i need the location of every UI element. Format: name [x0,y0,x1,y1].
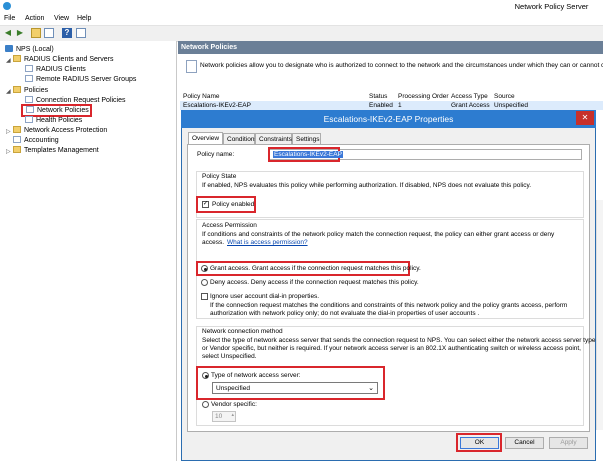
table-cell: Unspecified [494,102,528,109]
grant-access-label: Grant access. Grant access if the connec… [210,265,421,272]
access-permission-desc: access. [202,239,225,246]
access-permission-desc: If conditions and constraints of the net… [202,231,555,238]
document-icon [186,60,197,73]
folder-icon [13,146,21,153]
policy-name-label: Policy name: [197,151,235,158]
window-title: Network Policy Server [514,2,589,11]
title-bar: Network Policy Server [0,0,603,14]
access-permission-help-link[interactable]: What is access permission? [227,239,308,246]
collapse-icon[interactable]: ◢ [6,57,11,64]
tab-conditions[interactable]: Conditions [223,133,258,144]
column-header[interactable]: Access Type [451,93,488,100]
vendor-specific-value: 10 [215,413,223,420]
access-permission-title: Access Permission [202,222,257,229]
toolbar: ◀ ▶ ? [0,25,603,42]
tree-item-nap[interactable]: Network Access Protection [13,126,107,136]
document-icon [25,96,33,103]
tree-item-templates[interactable]: Templates Management [13,146,99,156]
nc-method-title: Network connection method [202,328,283,335]
collapse-icon[interactable]: ◢ [6,88,11,95]
tree-item-policies[interactable]: Policies [13,86,48,96]
table-cell: Escalations-IKEv2-EAP [183,102,251,109]
document-icon [13,136,21,143]
policy-enabled-label: Policy enabled [212,201,255,208]
properties-icon[interactable] [76,28,86,38]
policy-state-desc: If enabled, NPS evaluates this policy wh… [202,182,532,189]
ok-button[interactable]: OK [460,437,499,449]
nas-type-select[interactable]: Unspecified ⌄ [212,382,378,394]
tab-constraints[interactable]: Constraints [255,133,292,144]
nc-method-desc: Select the type of network access server… [202,337,596,344]
ignore-dialin-desc: If the connection request matches the co… [210,302,568,309]
ignore-dialin-checkbox[interactable] [201,293,208,300]
folder-icon [25,75,33,82]
pane-description: Network policies allow you to designate … [200,62,603,69]
vendor-specific-label: Vendor specific: [211,401,257,408]
tree-item-nps-local[interactable]: NPS (Local) [5,45,54,55]
policy-name-value[interactable]: Escalations-IKEv2-EAP [273,151,343,158]
menu-help[interactable]: Help [77,15,91,22]
menu-view[interactable]: View [54,15,69,22]
column-header[interactable]: Source [494,93,515,100]
folder-icon [13,86,21,93]
menu-action[interactable]: Action [25,15,44,22]
server-icon [5,45,13,52]
column-header[interactable]: Policy Name [183,93,219,100]
menu-file[interactable]: File [4,15,15,22]
vertical-scrollbar[interactable] [596,200,603,430]
pane-header: Network Policies [178,41,603,54]
dialog-title: Escalations-IKEv2-EAP Properties [181,110,596,128]
nas-type-label: Type of network access server: [211,372,301,379]
folder-up-icon[interactable] [31,28,41,38]
grant-access-radio[interactable] [201,265,208,272]
table-cell: Enabled [369,102,393,109]
expand-icon[interactable]: ▷ [6,148,11,155]
help-icon[interactable]: ? [62,28,72,38]
apply-button[interactable]: Apply [549,437,588,449]
document-icon [26,106,34,113]
deny-access-radio[interactable] [201,279,208,286]
folder-icon [25,65,33,72]
document-icon [25,116,33,123]
back-arrow-icon[interactable]: ◀ [3,28,13,38]
tree-item-accounting[interactable]: Accounting [13,136,59,146]
vendor-specific-radio[interactable] [202,401,209,408]
forward-arrow-icon[interactable]: ▶ [15,28,25,38]
cancel-button[interactable]: Cancel [505,437,544,449]
table-cell: 1 [398,102,402,109]
deny-access-label: Deny access. Deny access if the connecti… [210,279,419,286]
chevron-down-icon[interactable]: ⌄ [368,384,374,392]
ignore-dialin-desc: authorization with network policy only; … [210,310,480,317]
table-cell: Grant Access [451,102,490,109]
nc-method-desc: select Unspecified. [202,353,257,360]
ignore-dialin-label: Ignore user account dial-in properties. [210,293,320,300]
policy-enabled-checkbox[interactable]: ✓ [202,201,209,208]
menu-bar: File Action View Help [0,13,603,25]
tree-item-health-policies[interactable]: Health Policies [25,116,82,126]
nas-type-value: Unspecified [216,385,250,392]
tree-item-radius-clients[interactable]: RADIUS Clients [25,65,86,75]
nc-method-desc: or Vendor specific, but neither is requi… [202,345,581,352]
folder-icon [13,126,21,133]
tree-item-radius-clients-servers[interactable]: RADIUS Clients and Servers [13,55,113,65]
nas-type-radio[interactable] [202,372,209,379]
folder-icon [13,55,21,62]
tab-settings[interactable]: Settings [292,133,321,144]
show-hide-tree-icon[interactable] [44,28,54,38]
spinner-arrows-icon[interactable]: ▴ [231,412,234,418]
close-icon[interactable]: ✕ [576,111,594,125]
tree-item-remote-groups[interactable]: Remote RADIUS Server Groups [25,75,136,85]
expand-icon[interactable]: ▷ [6,128,11,135]
column-header[interactable]: Processing Order [398,93,449,100]
column-header[interactable]: Status [369,93,387,100]
vendor-specific-spinner[interactable]: 10 ▴ [212,411,236,422]
policy-state-title: Policy State [202,173,237,180]
